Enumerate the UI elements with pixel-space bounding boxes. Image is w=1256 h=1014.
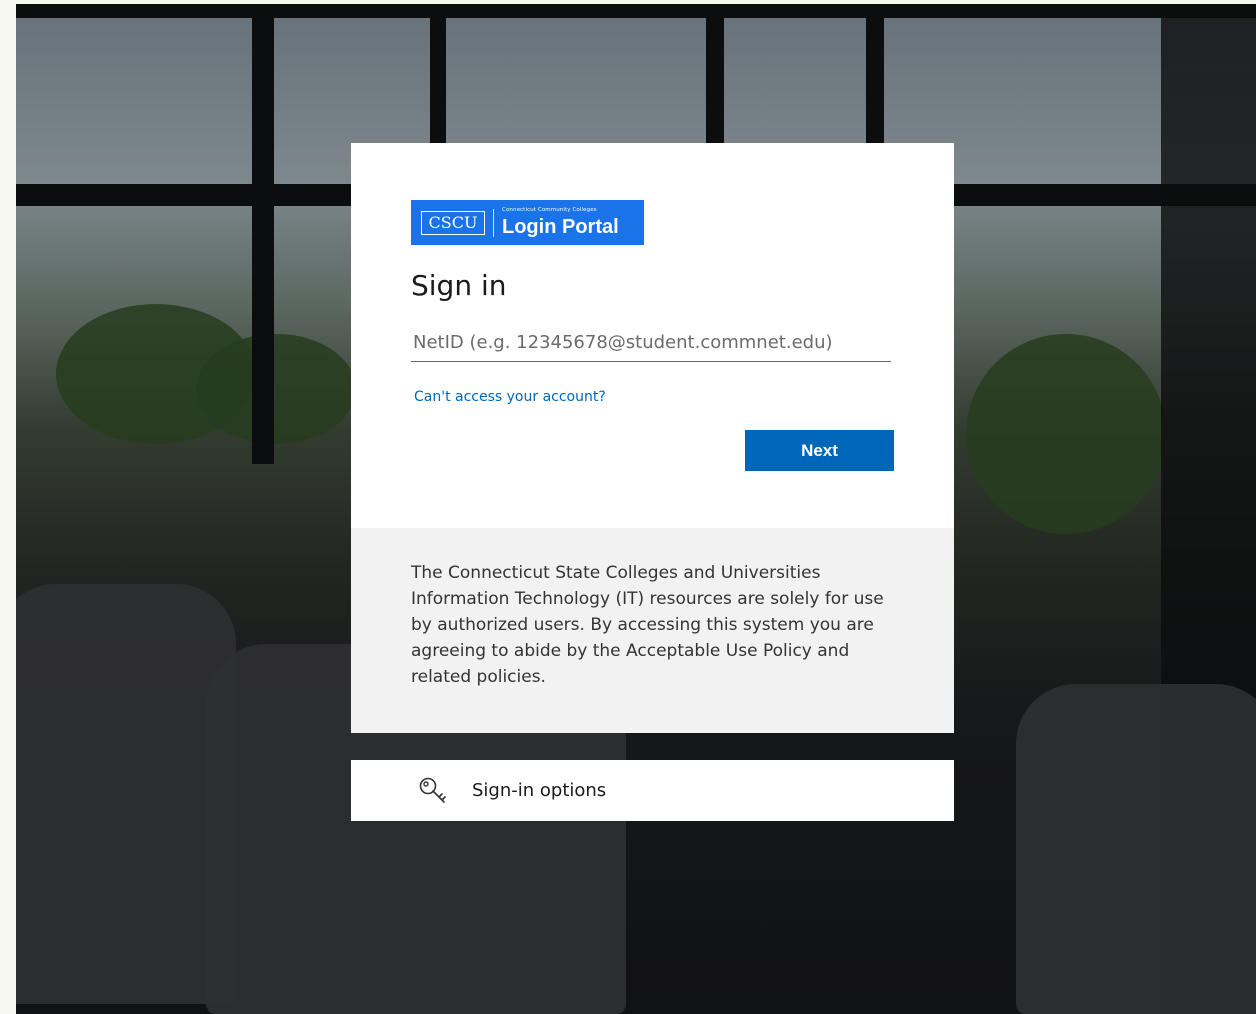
sign-in-card: CSCU Connecticut Community Colleges Logi…: [351, 143, 954, 733]
logo-name: Login Portal: [502, 215, 619, 238]
usage-notice-text: The Connecticut State Colleges and Unive…: [411, 563, 884, 687]
logo-subtitle: Connecticut Community Colleges: [502, 207, 597, 214]
logo-text: Connecticut Community Colleges Login Por…: [502, 208, 619, 237]
sign-in-form: CSCU Connecticut Community Colleges Logi…: [351, 143, 954, 528]
sign-in-options-button[interactable]: Sign-in options: [351, 760, 954, 821]
page-title: Sign in: [411, 269, 507, 302]
logo-divider: [493, 208, 494, 237]
cscu-logo: CSCU Connecticut Community Colleges Logi…: [411, 200, 644, 245]
sign-in-options-label: Sign-in options: [472, 780, 607, 801]
logo-abbreviation: CSCU: [421, 210, 485, 235]
key-icon: [419, 777, 446, 803]
cant-access-account-link[interactable]: Can't access your account?: [414, 389, 606, 405]
usage-notice: The Connecticut State Colleges and Unive…: [351, 528, 954, 733]
netid-input[interactable]: [411, 324, 891, 362]
next-button[interactable]: Next: [745, 430, 894, 471]
